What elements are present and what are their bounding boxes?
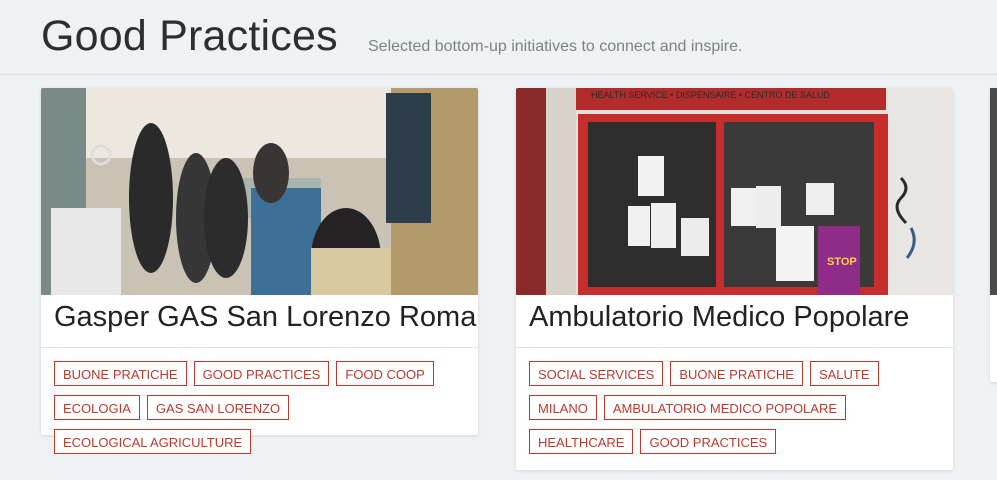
- card-divider: [41, 347, 478, 348]
- tag[interactable]: ECOLOGICAL AGRICULTURE: [54, 429, 252, 454]
- practice-card[interactable]: HEALTH SERVICE • DISPENSAIRE • CENTRO DE…: [516, 88, 953, 470]
- practice-card[interactable]: Gasper GAS San Lorenzo Roma BUONE PRATIC…: [41, 88, 478, 454]
- practice-card-partial[interactable]: [990, 88, 997, 382]
- card-title[interactable]: Ambulatorio Medico Popolare: [529, 301, 909, 334]
- tag-list: SOCIAL SERVICES BUONE PRATICHE SALUTE MI…: [529, 361, 944, 454]
- tag[interactable]: SOCIAL SERVICES: [529, 361, 664, 386]
- group-meeting-photo: [41, 88, 478, 295]
- tag[interactable]: AMBULATORIO MEDICO POPOLARE: [603, 395, 847, 420]
- tag[interactable]: HEALTHCARE: [529, 429, 634, 454]
- card-divider: [516, 347, 953, 348]
- page-title: Good Practices: [41, 12, 338, 60]
- card-image: [990, 88, 997, 295]
- tag[interactable]: GAS SAN LORENZO: [146, 395, 290, 420]
- clinic-storefront-photo: HEALTH SERVICE • DISPENSAIRE • CENTRO DE…: [516, 88, 953, 295]
- tag[interactable]: BUONE PRATICHE: [670, 361, 803, 386]
- tag[interactable]: GOOD PRACTICES: [640, 429, 777, 454]
- card-image[interactable]: [41, 88, 478, 295]
- tag[interactable]: BUONE PRATICHE: [54, 361, 187, 386]
- card-title[interactable]: Gasper GAS San Lorenzo Roma: [54, 301, 476, 334]
- card-image[interactable]: HEALTH SERVICE • DISPENSAIRE • CENTRO DE…: [516, 88, 953, 295]
- poster-text: STOP: [827, 256, 857, 268]
- tag[interactable]: ECOLOGIA: [54, 395, 140, 420]
- tag-list: BUONE PRATICHE GOOD PRACTICES FOOD COOP …: [54, 361, 469, 454]
- clinic-sign-text: HEALTH SERVICE • DISPENSAIRE • CENTRO DE…: [591, 90, 831, 100]
- tag[interactable]: GOOD PRACTICES: [193, 361, 330, 386]
- tag[interactable]: SALUTE: [809, 361, 879, 386]
- page-header: Good Practices Selected bottom-up initia…: [0, 0, 997, 75]
- tag[interactable]: FOOD COOP: [336, 361, 434, 386]
- tag[interactable]: MILANO: [529, 395, 597, 420]
- page-subtitle: Selected bottom-up initiatives to connec…: [368, 38, 743, 55]
